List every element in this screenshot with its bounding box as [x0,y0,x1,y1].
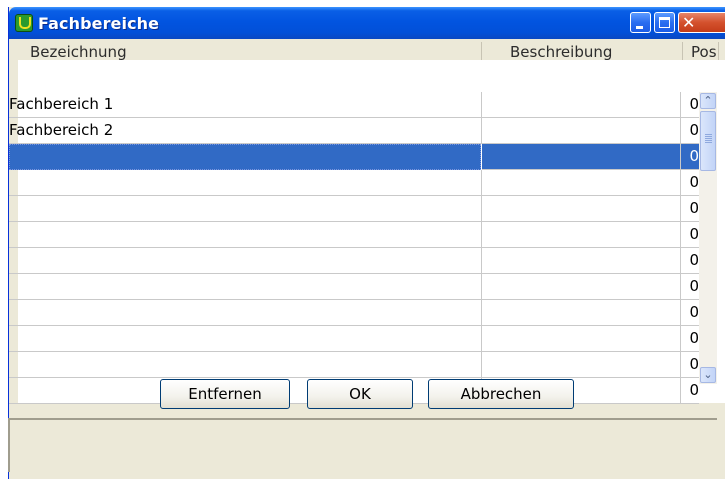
cell-beschreibung[interactable] [482,92,681,118]
table-row[interactable]: 0 [9,274,699,300]
cell-beschreibung[interactable] [482,300,681,326]
cell-pos[interactable]: 0 [681,118,699,144]
cell-pos[interactable]: 0 [681,378,699,404]
column-header-bezeichnung[interactable]: Bezeichnung [18,39,481,62]
title-bar[interactable]: Fachbereiche ✕ [9,7,725,39]
cell-pos[interactable]: 0 [681,248,699,274]
window-title: Fachbereiche [38,14,160,33]
cell-beschreibung[interactable] [482,222,681,248]
cell-bezeichnung[interactable]: Fachbereich 2 [9,118,482,144]
cell-beschreibung[interactable] [482,118,681,144]
chevron-up-icon: ⌃ [703,94,713,107]
scroll-down-button[interactable]: ⌄ [700,367,716,383]
remove-button[interactable]: Entfernen [160,379,290,409]
table-row[interactable]: 0 [9,248,699,274]
column-separator[interactable] [718,42,719,60]
cell-pos[interactable]: 0 [681,326,699,352]
cell-pos[interactable]: 0 [681,274,699,300]
cell-bezeichnung[interactable]: Fachbereich 1 [9,92,482,118]
cell-pos[interactable]: 0 [681,352,699,378]
table-row[interactable]: 0 [9,300,699,326]
cell-pos[interactable]: 0 [681,196,699,222]
cell-bezeichnung[interactable] [9,222,482,248]
cell-bezeichnung[interactable] [9,300,482,326]
cell-beschreibung[interactable] [482,326,681,352]
table-row[interactable]: 0 [9,196,699,222]
close-icon: ✕ [682,13,696,32]
app-icon [15,14,33,32]
cell-pos[interactable]: 0 [681,92,699,118]
status-bar [8,418,717,472]
table-row[interactable]: 0 [9,326,699,352]
cell-bezeichnung[interactable] [9,248,482,274]
cell-beschreibung[interactable] [482,144,681,170]
cell-bezeichnung[interactable] [9,144,481,170]
table-row[interactable]: Fachbereich 1 0 [9,92,699,118]
column-header-pos[interactable]: Pos [683,39,718,62]
grip-icon [705,134,712,144]
cell-bezeichnung[interactable] [9,170,482,196]
maximize-button[interactable] [654,12,675,33]
cell-beschreibung[interactable] [482,196,681,222]
table-row[interactable]: 0 [9,144,699,170]
minimize-button[interactable] [630,12,651,33]
table-row[interactable]: 0 [9,352,699,378]
scroll-up-button[interactable]: ⌃ [700,93,716,109]
cell-beschreibung[interactable] [482,352,681,378]
cell-bezeichnung[interactable] [9,352,482,378]
cell-pos[interactable]: 0 [681,144,699,170]
scroll-thumb[interactable] [700,111,716,171]
maximize-icon [659,17,670,28]
cell-pos[interactable]: 0 [681,222,699,248]
cancel-button[interactable]: Abbrechen [428,379,574,409]
vertical-scrollbar[interactable]: ⌃ ⌄ [699,92,717,384]
cell-beschreibung[interactable] [482,170,681,196]
cell-beschreibung[interactable] [482,248,681,274]
minimize-icon [636,26,643,29]
cell-pos[interactable]: 0 [681,300,699,326]
cell-bezeichnung[interactable] [9,326,482,352]
cell-beschreibung[interactable] [482,274,681,300]
table-row[interactable]: Fachbereich 2 0 [9,118,699,144]
table-row[interactable]: 0 [9,222,699,248]
close-button[interactable]: ✕ [678,12,725,33]
column-header-beschreibung[interactable]: Beschreibung [482,39,682,62]
table-row[interactable]: 0 [9,170,699,196]
ok-button[interactable]: OK [307,379,413,409]
cell-bezeichnung[interactable] [9,274,482,300]
cell-pos[interactable]: 0 [681,170,699,196]
chevron-down-icon: ⌄ [703,368,713,381]
cell-bezeichnung[interactable] [9,196,482,222]
